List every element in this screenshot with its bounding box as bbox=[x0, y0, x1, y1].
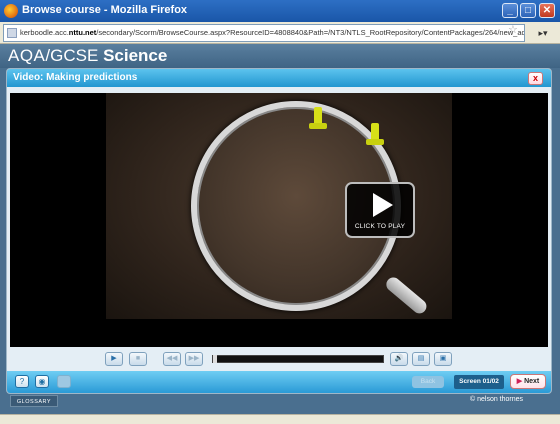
firefox-logo-icon bbox=[4, 4, 18, 18]
app-header: AQA/GCSE Science bbox=[0, 44, 560, 68]
glossary-button[interactable]: GLOSSARY bbox=[10, 395, 58, 407]
video-controls: ▶ ■ ◀◀ ▶▶ 🔊 ▤ ▣ bbox=[7, 347, 551, 369]
minimize-button[interactable]: _ bbox=[502, 3, 518, 18]
next-arrow-icon: ▶ bbox=[516, 378, 523, 385]
captions-button[interactable]: ▤ bbox=[412, 352, 430, 366]
next-label: Next bbox=[524, 378, 540, 385]
browser-status-bar bbox=[0, 414, 560, 424]
address-bar[interactable]: kerboodle.acc.nttu.net/secondary/Scorm/B… bbox=[3, 24, 525, 42]
window-title: Browse course - Mozilla Firefox bbox=[22, 4, 188, 16]
video-panel: Video: Making predictions x CLICK TO PLA… bbox=[6, 68, 552, 394]
site-identity-icon[interactable] bbox=[7, 28, 17, 39]
url-prefix: kerboodle.acc. bbox=[20, 28, 69, 37]
stop-control-button[interactable]: ■ bbox=[129, 352, 147, 366]
seek-bar[interactable] bbox=[212, 355, 384, 363]
navigation-bar: ? ◉ Back Screen 01/02 ▶ Next bbox=[7, 371, 551, 393]
rewind-control-button[interactable]: ◀◀ bbox=[163, 352, 181, 366]
maximize-button[interactable]: □ bbox=[520, 3, 536, 18]
click-to-play-button[interactable]: CLICK TO PLAY bbox=[345, 182, 415, 238]
seek-thumb[interactable] bbox=[213, 355, 217, 363]
video-player[interactable]: CLICK TO PLAY bbox=[10, 93, 548, 347]
brand-gcse: GCSE bbox=[50, 46, 99, 65]
help-button[interactable]: ? bbox=[15, 375, 29, 388]
back-button[interactable]: Back bbox=[412, 376, 444, 388]
play-label: CLICK TO PLAY bbox=[354, 223, 406, 230]
url-path: /secondary/Scorm/BrowseCourse.aspx?Resou… bbox=[96, 28, 525, 37]
screen-value: 01/02 bbox=[482, 378, 499, 385]
screen-indicator: Screen 01/02 bbox=[454, 375, 504, 389]
play-icon bbox=[373, 193, 393, 217]
course-app: AQA/GCSE Science Video: Making predictio… bbox=[0, 44, 560, 414]
panel-title: Video: Making predictions bbox=[13, 72, 138, 83]
browser-title-bar: Browse course - Mozilla Firefox _ □ ✕ bbox=[0, 0, 560, 22]
notes-button[interactable] bbox=[57, 375, 71, 388]
brand-science: Science bbox=[103, 46, 168, 65]
navigation-dropdown-button[interactable]: ▸▾ bbox=[530, 25, 556, 41]
volume-button[interactable]: 🔊 bbox=[390, 352, 408, 366]
settings-button[interactable]: ◉ bbox=[35, 375, 49, 388]
yellow-pin-image bbox=[309, 107, 327, 129]
yellow-pin-image bbox=[366, 123, 384, 145]
next-button[interactable]: ▶ Next bbox=[510, 374, 546, 389]
url-host: nttu.net bbox=[68, 28, 97, 37]
panel-close-button[interactable]: x bbox=[528, 72, 543, 85]
address-toolbar: kerboodle.acc.nttu.net/secondary/Scorm/B… bbox=[0, 22, 560, 44]
video-poster[interactable]: CLICK TO PLAY bbox=[106, 93, 452, 319]
brand-logo: AQA/GCSE Science bbox=[8, 46, 167, 66]
fullscreen-button[interactable]: ▣ bbox=[434, 352, 452, 366]
brand-aqa: AQA bbox=[8, 46, 46, 65]
panel-title-bar: Video: Making predictions x bbox=[7, 69, 551, 87]
fast-forward-control-button[interactable]: ▶▶ bbox=[185, 352, 203, 366]
publisher-credit: © nelson thornes bbox=[470, 396, 524, 403]
screen-label: Screen bbox=[459, 378, 481, 385]
bookmark-star-icon[interactable]: ☆ bbox=[508, 23, 518, 36]
play-control-button[interactable]: ▶ bbox=[105, 352, 123, 366]
magnifier-handle-image bbox=[383, 274, 430, 317]
window-close-button[interactable]: ✕ bbox=[539, 3, 555, 18]
